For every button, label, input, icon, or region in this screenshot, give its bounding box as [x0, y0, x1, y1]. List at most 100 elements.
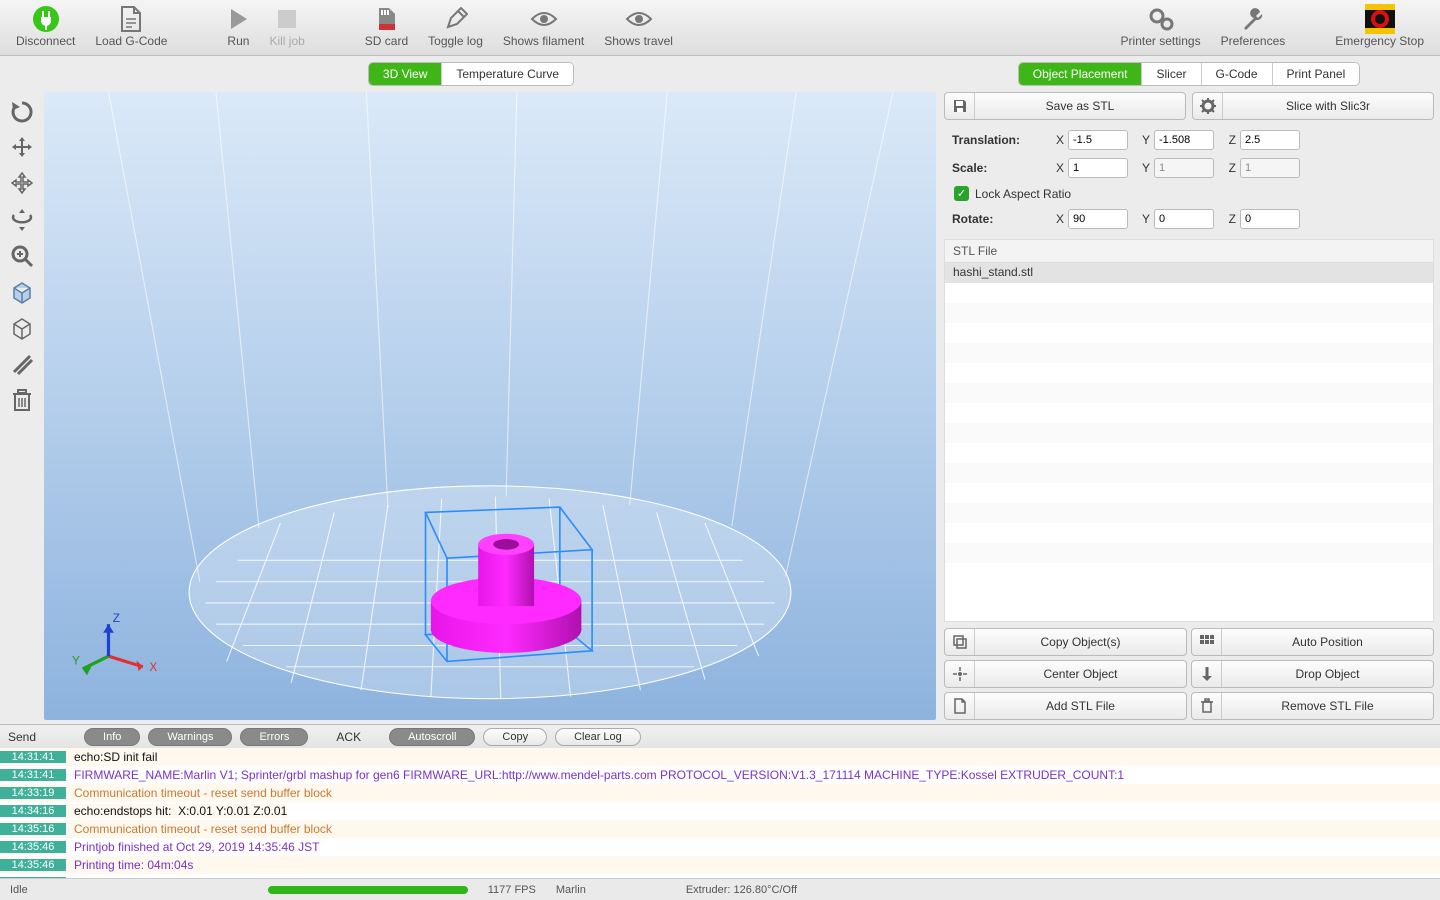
- tab-temperature-curve[interactable]: Temperature Curve: [442, 63, 573, 85]
- right-panel: Object Placement Slicer G-Code Print Pan…: [940, 56, 1440, 724]
- wrench-icon: [1240, 4, 1266, 34]
- tab-gcode[interactable]: G-Code: [1202, 63, 1273, 85]
- grid-icon: [1192, 629, 1222, 655]
- reset-view-icon[interactable]: [6, 96, 38, 128]
- disconnect-label: Disconnect: [16, 34, 75, 48]
- load-gcode-button[interactable]: Load G-Code: [89, 2, 173, 50]
- viewport-toolbar: [6, 92, 44, 720]
- drop-object-button[interactable]: Drop Object: [1191, 660, 1434, 688]
- printer-settings-button[interactable]: Printer settings: [1115, 2, 1207, 50]
- shows-filament-label: Shows filament: [503, 34, 584, 48]
- stop-icon: [276, 4, 298, 34]
- list-item: [945, 543, 1433, 563]
- log-output[interactable]: 14:31:41echo:SD init fail14:31:41FIRMWAR…: [0, 748, 1440, 878]
- copy-objects-label: Copy Object(s): [975, 635, 1186, 649]
- drop-object-label: Drop Object: [1222, 667, 1433, 681]
- arrow-down-icon: [1192, 661, 1222, 687]
- rotate-y-input[interactable]: [1154, 209, 1214, 229]
- trash-icon[interactable]: [6, 384, 38, 416]
- list-item: [945, 423, 1433, 443]
- send-label: Send: [8, 730, 36, 744]
- list-item: [945, 283, 1433, 303]
- list-item: [945, 323, 1433, 343]
- tab-3d-view[interactable]: 3D View: [369, 63, 442, 85]
- document-icon: [119, 4, 143, 34]
- run-label: Run: [227, 34, 249, 48]
- document-icon: [945, 693, 975, 719]
- stl-file-list[interactable]: hashi_stand.stl: [944, 262, 1434, 622]
- info-filter-button[interactable]: Info: [84, 728, 140, 746]
- status-progress: [268, 886, 468, 894]
- translation-z-input[interactable]: [1240, 130, 1300, 150]
- autoscroll-button[interactable]: Autoscroll: [389, 728, 475, 746]
- run-button[interactable]: Run: [221, 2, 255, 50]
- save-stl-button[interactable]: Save as STL: [944, 92, 1186, 120]
- eye-icon: [625, 4, 653, 34]
- errors-filter-button[interactable]: Errors: [240, 728, 308, 746]
- scale-x-input[interactable]: [1068, 158, 1128, 178]
- shows-filament-button[interactable]: Shows filament: [497, 2, 590, 50]
- svg-text:Y: Y: [72, 655, 80, 668]
- slice-button[interactable]: Slice with Slic3r: [1192, 92, 1434, 120]
- play-icon: [227, 4, 249, 34]
- status-firmware: Marlin: [556, 884, 586, 896]
- copy-icon: [945, 629, 975, 655]
- trash-icon: [1192, 693, 1222, 719]
- sd-card-label: SD card: [365, 34, 408, 48]
- copy-log-button[interactable]: Copy: [483, 728, 547, 746]
- status-fps: 1177 FPS: [488, 884, 536, 896]
- eye-icon: [530, 4, 558, 34]
- remove-stl-button[interactable]: Remove STL File: [1191, 692, 1434, 720]
- toggle-log-button[interactable]: Toggle log: [422, 2, 489, 50]
- list-item: [945, 463, 1433, 483]
- gear-icon: [1193, 93, 1223, 119]
- list-item: [945, 303, 1433, 323]
- center-icon: [945, 661, 975, 687]
- kill-job-label: Kill job: [269, 34, 304, 48]
- emergency-stop-button[interactable]: Emergency Stop: [1329, 2, 1430, 50]
- warnings-filter-button[interactable]: Warnings: [148, 728, 232, 746]
- lock-aspect-label: Lock Aspect Ratio: [975, 187, 1071, 201]
- view-tabs: 3D View Temperature Curve: [6, 62, 936, 86]
- clear-log-button[interactable]: Clear Log: [555, 728, 641, 746]
- rotate-label: Rotate:: [952, 212, 1042, 226]
- svg-text:Z: Z: [113, 612, 120, 625]
- list-item[interactable]: hashi_stand.stl: [945, 263, 1433, 283]
- pencil-icon: [444, 4, 468, 34]
- list-item: [945, 363, 1433, 383]
- translation-label: Translation:: [952, 133, 1042, 147]
- copy-objects-button[interactable]: Copy Object(s): [944, 628, 1187, 656]
- stl-list-header: STL File: [944, 239, 1434, 262]
- printer-settings-label: Printer settings: [1121, 34, 1201, 48]
- tab-slicer[interactable]: Slicer: [1142, 63, 1201, 85]
- shows-travel-button[interactable]: Shows travel: [598, 2, 679, 50]
- status-bar: Idle 1177 FPS Marlin Extruder: 126.80°C/…: [0, 878, 1440, 900]
- rotate-x-input[interactable]: [1068, 209, 1128, 229]
- auto-position-button[interactable]: Auto Position: [1191, 628, 1434, 656]
- preferences-button[interactable]: Preferences: [1215, 2, 1292, 50]
- center-object-button[interactable]: Center Object: [944, 660, 1187, 688]
- translation-x-input[interactable]: [1068, 130, 1128, 150]
- move-xy-icon[interactable]: [6, 132, 38, 164]
- add-stl-button[interactable]: Add STL File: [944, 692, 1187, 720]
- disconnect-button[interactable]: Disconnect: [10, 2, 81, 50]
- perspective-icon[interactable]: [6, 276, 38, 308]
- 3d-viewport[interactable]: X Y Z: [44, 92, 936, 720]
- lock-aspect-checkbox[interactable]: ✓: [954, 186, 969, 201]
- rotate-z-input[interactable]: [1240, 209, 1300, 229]
- move-icon[interactable]: [6, 168, 38, 200]
- sd-card-button[interactable]: SD card: [359, 2, 414, 50]
- list-item: [945, 523, 1433, 543]
- sd-card-icon: [375, 4, 397, 34]
- rotate-view-icon[interactable]: [6, 204, 38, 236]
- translation-y-input[interactable]: [1154, 130, 1214, 150]
- log-toolbar: Send Info Warnings Errors ACK Autoscroll…: [0, 724, 1440, 748]
- tab-object-placement[interactable]: Object Placement: [1019, 63, 1143, 85]
- ortho-icon[interactable]: [6, 312, 38, 344]
- parallel-lines-icon[interactable]: [6, 348, 38, 380]
- shows-travel-label: Shows travel: [604, 34, 673, 48]
- status-extruder: Extruder: 126.80°C/Off: [686, 884, 797, 896]
- save-stl-label: Save as STL: [975, 99, 1185, 113]
- tab-print-panel[interactable]: Print Panel: [1273, 63, 1360, 85]
- zoom-icon[interactable]: [6, 240, 38, 272]
